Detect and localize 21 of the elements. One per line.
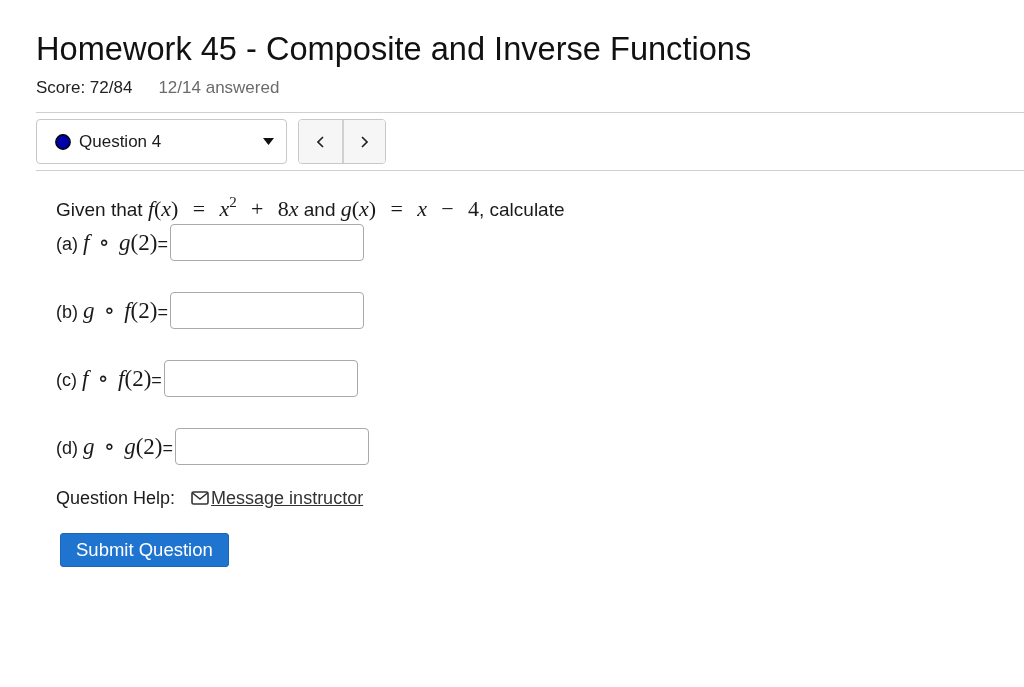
answer-label: (d) g ∘ g(2)=	[56, 433, 174, 460]
answer-label: (c) f ∘ f(2)=	[56, 365, 162, 392]
answer-label: (b) g ∘ f(2)=	[56, 297, 168, 324]
answer-field[interactable]	[169, 292, 364, 329]
caret-down-icon	[263, 138, 274, 145]
chevron-right-icon	[361, 135, 368, 148]
chevron-left-icon	[317, 135, 324, 148]
question-text: Given that f(x) = x$^{2}$ + 8x and g(x) = x − 4, calculate	[56, 196, 566, 223]
page-title: Homework 45 - Composite and Inverse Functions	[36, 29, 753, 68]
next-button[interactable]	[342, 120, 385, 163]
answer-field[interactable]	[169, 224, 364, 261]
question-dropdown[interactable]: Question 4	[36, 119, 287, 164]
message-instructor-link[interactable]: Message instructor	[191, 486, 364, 510]
submit-button[interactable]: Submit Question	[60, 533, 229, 567]
answer-label: (a) f ∘ g(2)=	[56, 229, 168, 256]
answered-count: 12/14 answered	[158, 77, 280, 99]
answer-field[interactable]	[163, 360, 358, 397]
envelope-icon	[191, 491, 210, 505]
help-label: Question Help:	[56, 487, 176, 510]
score-text: Score: 72/84	[36, 77, 133, 99]
answer-field[interactable]	[175, 428, 370, 465]
